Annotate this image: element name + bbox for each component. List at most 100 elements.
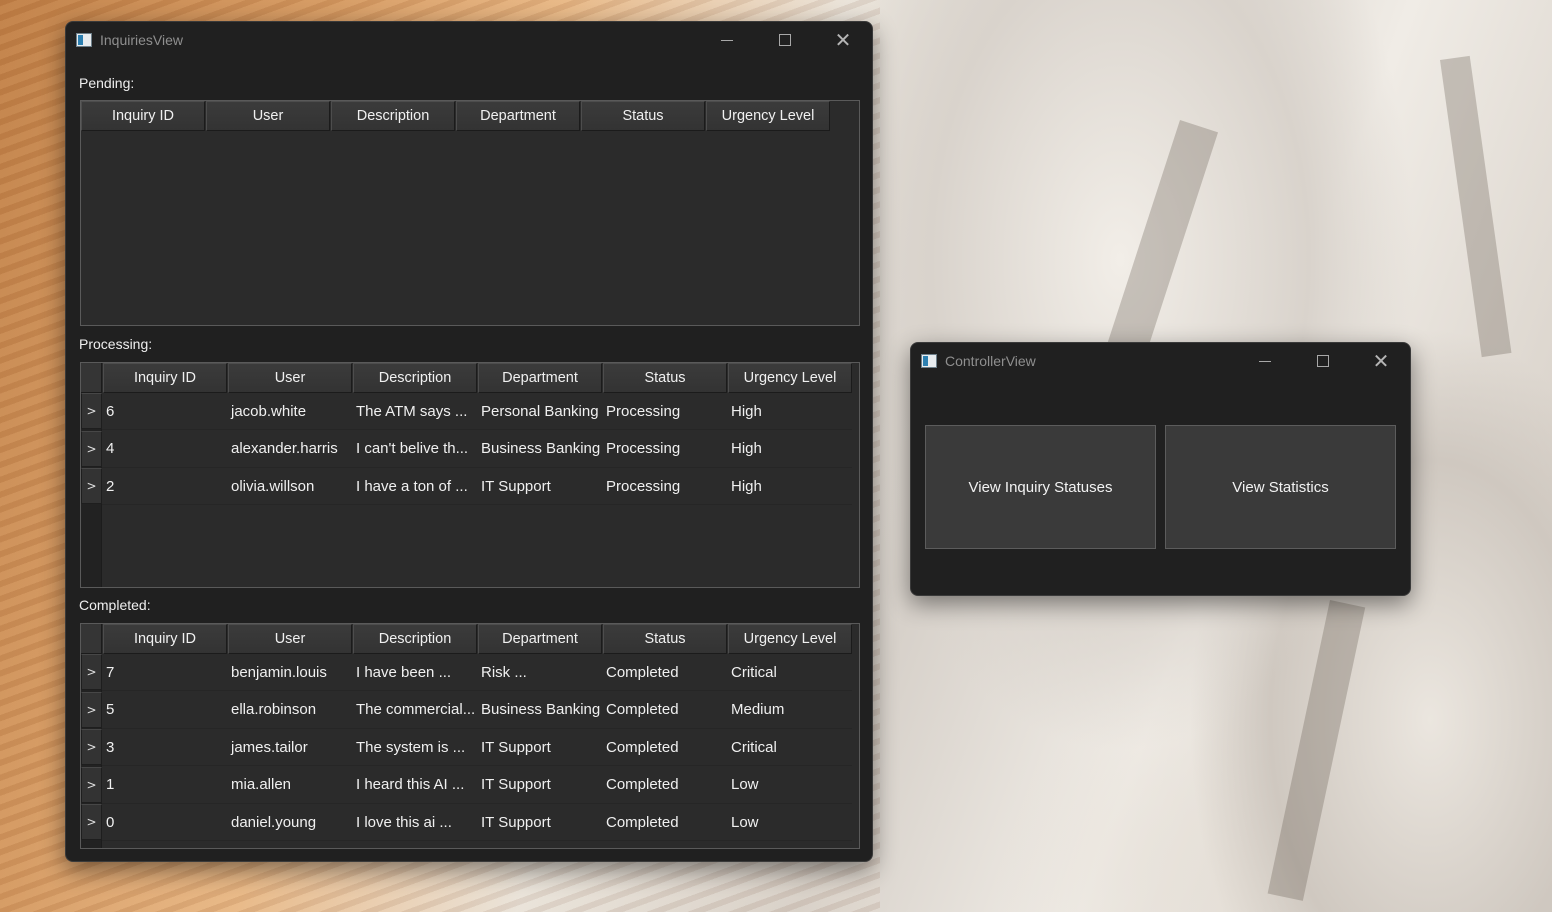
row-expand-button[interactable]: > <box>81 804 102 840</box>
table-cell[interactable]: Completed <box>602 767 727 804</box>
table-cell[interactable]: The commercial... <box>352 692 477 729</box>
table-row[interactable]: >1 mia.allen I heard this AI ... IT Support… <box>81 766 852 804</box>
column-header[interactable]: User <box>228 363 352 393</box>
table-cell[interactable]: I heard this AI ... <box>352 767 477 804</box>
table-cell[interactable]: Business Banking <box>477 431 602 468</box>
table-cell[interactable]: Processing <box>602 468 727 505</box>
table-cell[interactable]: 2 <box>102 468 227 505</box>
table-cell[interactable]: 5 <box>102 692 227 729</box>
row-expand-button[interactable]: > <box>81 766 102 803</box>
minimize-icon[interactable] <box>698 22 756 58</box>
row-expand-button[interactable]: > <box>81 393 102 429</box>
close-icon[interactable]: ✕ <box>814 22 872 58</box>
table-row[interactable]: >0 daniel.young I love this ai ... IT Suppo… <box>81 804 852 841</box>
table-cell[interactable]: IT Support <box>477 804 602 841</box>
column-header[interactable]: Inquiry ID <box>103 363 227 393</box>
table-row[interactable]: >5 ella.robinson The commercial... Business… <box>81 691 852 729</box>
table-cell[interactable]: Low <box>727 804 852 841</box>
maximize-icon[interactable] <box>756 22 814 58</box>
column-header[interactable]: Inquiry ID <box>103 624 227 654</box>
column-header[interactable]: Department <box>456 101 580 131</box>
table-cell[interactable]: olivia.willson <box>227 468 352 505</box>
view-inquiry-statuses-button[interactable]: View Inquiry Statuses <box>925 425 1156 549</box>
column-header[interactable]: Urgency Level <box>728 624 852 654</box>
column-header[interactable]: User <box>228 624 352 654</box>
table-cell[interactable]: 1 <box>102 767 227 804</box>
table-cell[interactable]: IT Support <box>477 729 602 766</box>
column-header[interactable]: Inquiry ID <box>81 101 205 131</box>
table-cell[interactable]: I love this ai ... <box>352 804 477 841</box>
table-cell[interactable]: I have a ton of ... <box>352 468 477 505</box>
table-cell[interactable]: I can't belive th... <box>352 431 477 468</box>
pending-table[interactable]: Inquiry ID User Description Department Statu… <box>80 100 860 326</box>
table-cell[interactable]: Medium <box>727 692 852 729</box>
table-cell[interactable]: IT Support <box>477 468 602 505</box>
table-cell[interactable]: High <box>727 468 852 505</box>
table-cell[interactable]: Risk ... <box>477 654 602 691</box>
table-cell[interactable]: jacob.white <box>227 393 352 430</box>
table-cell[interactable]: ella.robinson <box>227 692 352 729</box>
table-row[interactable]: >2 olivia.willson I have a ton of ... IT Su… <box>81 468 852 505</box>
table-cell[interactable]: daniel.young <box>227 804 352 841</box>
column-header[interactable]: Status <box>603 363 727 393</box>
row-expand-button[interactable]: > <box>81 691 102 728</box>
controller-titlebar[interactable]: ControllerView ✕ <box>911 343 1410 379</box>
table-cell[interactable]: Completed <box>602 692 727 729</box>
row-expand-button[interactable]: > <box>81 468 102 504</box>
table-cell[interactable]: Business Banking <box>477 692 602 729</box>
table-cell[interactable]: james.tailor <box>227 729 352 766</box>
table-cell[interactable]: The system is ... <box>352 729 477 766</box>
column-header[interactable]: Description <box>331 101 455 131</box>
table-cell[interactable]: The ATM says ... <box>352 393 477 430</box>
wallpaper-shadow <box>1440 55 1512 358</box>
table-row[interactable]: >3 james.tailor The system is ... IT Suppor… <box>81 729 852 766</box>
column-header[interactable]: Department <box>478 624 602 654</box>
table-cell[interactable]: Critical <box>727 654 852 691</box>
table-cell[interactable]: 6 <box>102 393 227 430</box>
table-cell[interactable]: 3 <box>102 729 227 766</box>
column-header[interactable]: Description <box>353 363 477 393</box>
view-statistics-button[interactable]: View Statistics <box>1165 425 1396 549</box>
inquiries-titlebar[interactable]: InquiriesView ✕ <box>66 22 872 58</box>
table-cell[interactable]: Personal Banking <box>477 393 602 430</box>
table-cell[interactable]: IT Support <box>477 767 602 804</box>
table-header: Inquiry ID User Description Department Statu… <box>103 363 853 393</box>
table-row[interactable]: >4 alexander.harris I can't belive th... Bu… <box>81 430 852 468</box>
table-row[interactable]: >7 benjamin.louis I have been ... Risk ... C… <box>81 654 852 691</box>
table-cell[interactable]: alexander.harris <box>227 431 352 468</box>
column-header[interactable]: Urgency Level <box>706 101 830 131</box>
row-expand-button[interactable]: > <box>81 430 102 467</box>
table-cell[interactable]: Completed <box>602 804 727 841</box>
table-corner[interactable] <box>81 624 102 654</box>
column-header[interactable]: Status <box>581 101 705 131</box>
column-header[interactable]: Department <box>478 363 602 393</box>
maximize-icon[interactable] <box>1294 343 1352 379</box>
table-cell[interactable]: mia.allen <box>227 767 352 804</box>
table-row[interactable]: >6 jacob.white The ATM says ... Personal Ba… <box>81 393 852 430</box>
column-header[interactable]: User <box>206 101 330 131</box>
minimize-icon[interactable] <box>1236 343 1294 379</box>
completed-table[interactable]: Inquiry ID User Description Department Statu… <box>80 623 860 849</box>
close-icon[interactable]: ✕ <box>1352 343 1410 379</box>
table-cell[interactable]: Processing <box>602 393 727 430</box>
table-cell[interactable]: 7 <box>102 654 227 691</box>
table-cell[interactable]: High <box>727 431 852 468</box>
wallpaper-shadow <box>1267 600 1366 901</box>
table-cell[interactable]: Low <box>727 767 852 804</box>
processing-table[interactable]: Inquiry ID User Description Department Statu… <box>80 362 860 588</box>
table-cell[interactable]: Completed <box>602 654 727 691</box>
table-corner[interactable] <box>81 363 102 393</box>
column-header[interactable]: Description <box>353 624 477 654</box>
column-header[interactable]: Urgency Level <box>728 363 852 393</box>
table-cell[interactable]: Processing <box>602 431 727 468</box>
table-cell[interactable]: High <box>727 393 852 430</box>
column-header[interactable]: Status <box>603 624 727 654</box>
row-expand-button[interactable]: > <box>81 654 102 690</box>
table-cell[interactable]: Critical <box>727 729 852 766</box>
row-expand-button[interactable]: > <box>81 729 102 765</box>
table-cell[interactable]: 0 <box>102 804 227 841</box>
table-cell[interactable]: benjamin.louis <box>227 654 352 691</box>
table-cell[interactable]: I have been ... <box>352 654 477 691</box>
table-cell[interactable]: 4 <box>102 431 227 468</box>
table-cell[interactable]: Completed <box>602 729 727 766</box>
